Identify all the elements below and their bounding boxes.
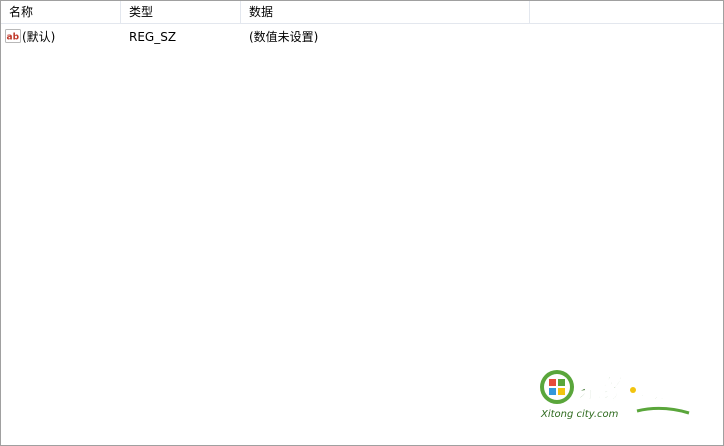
value-data-cell: (数值未设置) [249,25,318,47]
column-header-name-label: 名称 [9,5,34,19]
column-header-bar: 名称 类型 数据 [1,1,723,24]
column-header-data[interactable]: 数据 [241,1,530,23]
reg-string-icon: ab [5,29,21,43]
column-header-type-label: 类型 [129,5,154,19]
value-type-cell: REG_SZ [129,25,176,47]
site-watermark: 系统 城 Xitong city.com [537,365,707,425]
column-header-data-label: 数据 [249,5,274,19]
column-header-type[interactable]: 类型 [121,1,241,23]
watermark-url: Xitong city.com [540,409,619,420]
column-header-filler [530,1,723,23]
svg-text:ab: ab [7,33,20,43]
value-data: (数值未设置) [249,30,319,44]
watermark-logo: 系统 城 Xitong city.com [540,370,690,420]
table-row[interactable]: ab (默认) REG_SZ (数值未设置) [1,25,723,47]
watermark-brand-2: 城 [640,375,666,405]
column-header-name[interactable]: 名称 [1,1,121,23]
value-name-cell[interactable]: ab (默认) [5,25,121,47]
watermark-brand: 系统 [577,374,629,405]
value-type: REG_SZ [129,30,177,44]
registry-values-pane: 名称 类型 数据 ab (默认) REG_SZ (数值未设置) 系统 城 Xit… [0,0,724,446]
value-name: (默认) [22,30,56,44]
